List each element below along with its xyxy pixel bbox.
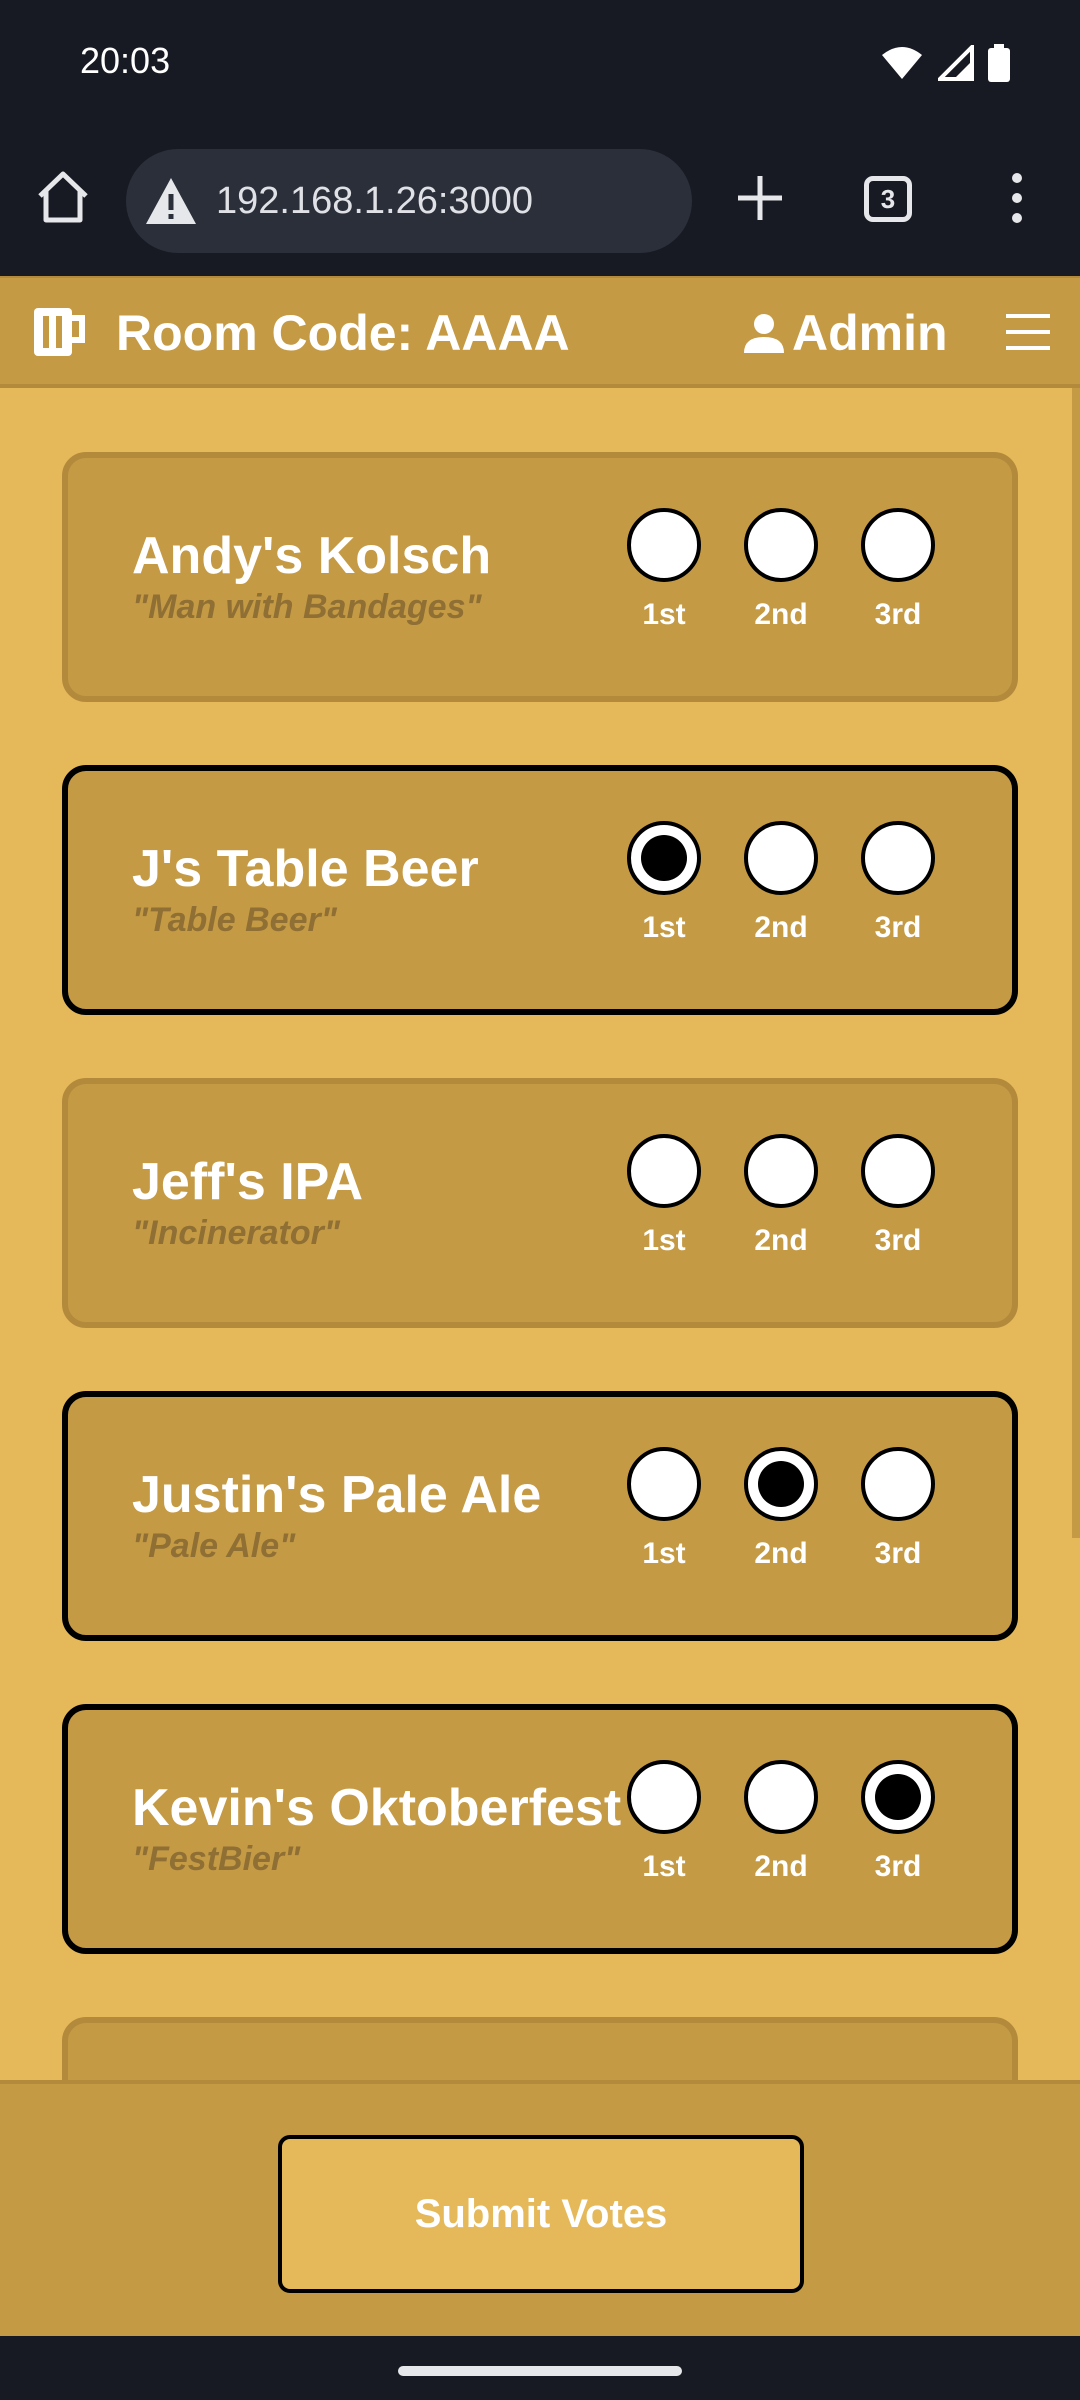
rank-option-2nd[interactable]: 2nd [741, 1447, 821, 1571]
status-icons [880, 44, 1010, 82]
url-text[interactable]: 192.168.1.26:3000 [216, 180, 533, 223]
beer-card: Justin's Pale Ale "Pale Ale" 1st 2nd 3rd [62, 1391, 1018, 1641]
rank-label: 1st [642, 1850, 686, 1883]
rank-label: 1st [642, 911, 686, 944]
rank-option-2nd[interactable]: 2nd [741, 508, 821, 632]
status-bar: 20:03 [0, 0, 1080, 130]
rank-option-3rd[interactable]: 3rd [858, 1760, 938, 1884]
rank-label: 3rd [874, 1224, 922, 1257]
rank-label: 3rd [874, 911, 922, 944]
url-bar[interactable]: 192.168.1.26:3000 [126, 149, 692, 253]
beer-subtitle: "Pale Ale" [132, 1527, 296, 1565]
rank-label: 2nd [754, 1537, 808, 1570]
beer-subtitle: "Incinerator" [132, 1214, 340, 1252]
rank-option-1st[interactable]: 1st [624, 1760, 704, 1884]
rank-radio-2nd[interactable] [744, 508, 818, 582]
beer-card [62, 2017, 1018, 2080]
beer-name: Jeff's IPA [132, 1153, 364, 1211]
rank-radio-1st[interactable] [627, 1447, 701, 1521]
hamburger-menu-icon[interactable] [1004, 312, 1052, 352]
beer-name: J's Table Beer [132, 840, 479, 898]
new-tab-icon[interactable] [732, 170, 788, 226]
scrollbar[interactable] [1072, 388, 1080, 1538]
rank-radio-1st[interactable] [627, 821, 701, 895]
rank-radio-2nd[interactable] [744, 1134, 818, 1208]
rank-radio-2nd[interactable] [744, 1760, 818, 1834]
rank-label: 2nd [754, 598, 808, 631]
rank-option-3rd[interactable]: 3rd [858, 508, 938, 632]
beer-card: Kevin's Oktoberfest "FestBier" 1st 2nd 3rd [62, 1704, 1018, 1954]
rank-label: 1st [642, 1537, 686, 1570]
beer-card: Jeff's IPA "Incinerator" 1st 2nd 3rd [62, 1078, 1018, 1328]
rank-option-2nd[interactable]: 2nd [741, 1760, 821, 1884]
rank-radio-1st[interactable] [627, 1760, 701, 1834]
status-time: 20:03 [80, 40, 171, 81]
rank-radio-3rd[interactable] [861, 821, 935, 895]
rank-label: 3rd [874, 1537, 922, 1570]
beer-subtitle: "Man with Bandages" [132, 588, 482, 626]
beer-name: Kevin's Oktoberfest [132, 1779, 622, 1837]
system-nav-bar [0, 2336, 1080, 2400]
rank-radio-3rd[interactable] [861, 1760, 935, 1834]
beer-subtitle: "FestBier" [132, 1840, 301, 1878]
rank-radio-2nd[interactable] [744, 1447, 818, 1521]
beer-card: J's Table Beer "Table Beer" 1st 2nd 3rd [62, 765, 1018, 1015]
browser-toolbar: 192.168.1.26:3000 3 [0, 130, 1080, 276]
footer-bar: Submit Votes [0, 2080, 1080, 2336]
rank-label: 2nd [754, 911, 808, 944]
warning-icon[interactable] [144, 174, 198, 228]
rank-label: 3rd [874, 1850, 922, 1883]
rank-label: 3rd [874, 598, 922, 631]
rank-option-1st[interactable]: 1st [624, 508, 704, 632]
rank-radio-3rd[interactable] [861, 1447, 935, 1521]
user-menu[interactable]: Admin [742, 304, 948, 362]
rank-option-3rd[interactable]: 3rd [858, 1134, 938, 1258]
signal-icon [938, 45, 974, 81]
beer-list[interactable]: Andy's Kolsch "Man with Bandages" 1st 2nd 3r… [0, 388, 1080, 2080]
rank-label: 2nd [754, 1224, 808, 1257]
room-code: Room Code: AAAA [116, 305, 570, 361]
wifi-icon [882, 47, 922, 79]
beer-name: Andy's Kolsch [132, 527, 492, 585]
rank-label: 2nd [754, 1850, 808, 1883]
beer-card: Andy's Kolsch "Man with Bandages" 1st 2nd 3r… [62, 452, 1018, 702]
rank-radio-1st[interactable] [627, 1134, 701, 1208]
more-options-icon[interactable] [1002, 168, 1032, 228]
beer-mug-icon [34, 308, 85, 356]
rank-option-2nd[interactable]: 2nd [741, 1134, 821, 1258]
gesture-handle[interactable] [398, 2366, 682, 2376]
beer-name: Justin's Pale Ale [132, 1466, 542, 1524]
rank-option-1st[interactable]: 1st [624, 821, 704, 945]
home-icon[interactable] [34, 168, 92, 226]
rank-radio-2nd[interactable] [744, 821, 818, 895]
rank-option-3rd[interactable]: 3rd [858, 821, 938, 945]
rank-option-1st[interactable]: 1st [624, 1447, 704, 1571]
rank-option-2nd[interactable]: 2nd [741, 821, 821, 945]
rank-radio-3rd[interactable] [861, 508, 935, 582]
rank-radio-3rd[interactable] [861, 1134, 935, 1208]
user-name: Admin [792, 305, 948, 361]
submit-votes-button[interactable]: Submit Votes [278, 2135, 804, 2293]
app-header: Room Code: AAAA Admin [0, 276, 1080, 388]
rank-label: 1st [642, 598, 686, 631]
rank-radio-1st[interactable] [627, 508, 701, 582]
user-icon [744, 314, 784, 353]
rank-label: 1st [642, 1224, 686, 1257]
battery-icon [988, 44, 1010, 82]
tab-switcher-button[interactable]: 3 [864, 176, 912, 222]
beer-subtitle: "Table Beer" [132, 901, 337, 939]
rank-option-1st[interactable]: 1st [624, 1134, 704, 1258]
rank-option-3rd[interactable]: 3rd [858, 1447, 938, 1571]
